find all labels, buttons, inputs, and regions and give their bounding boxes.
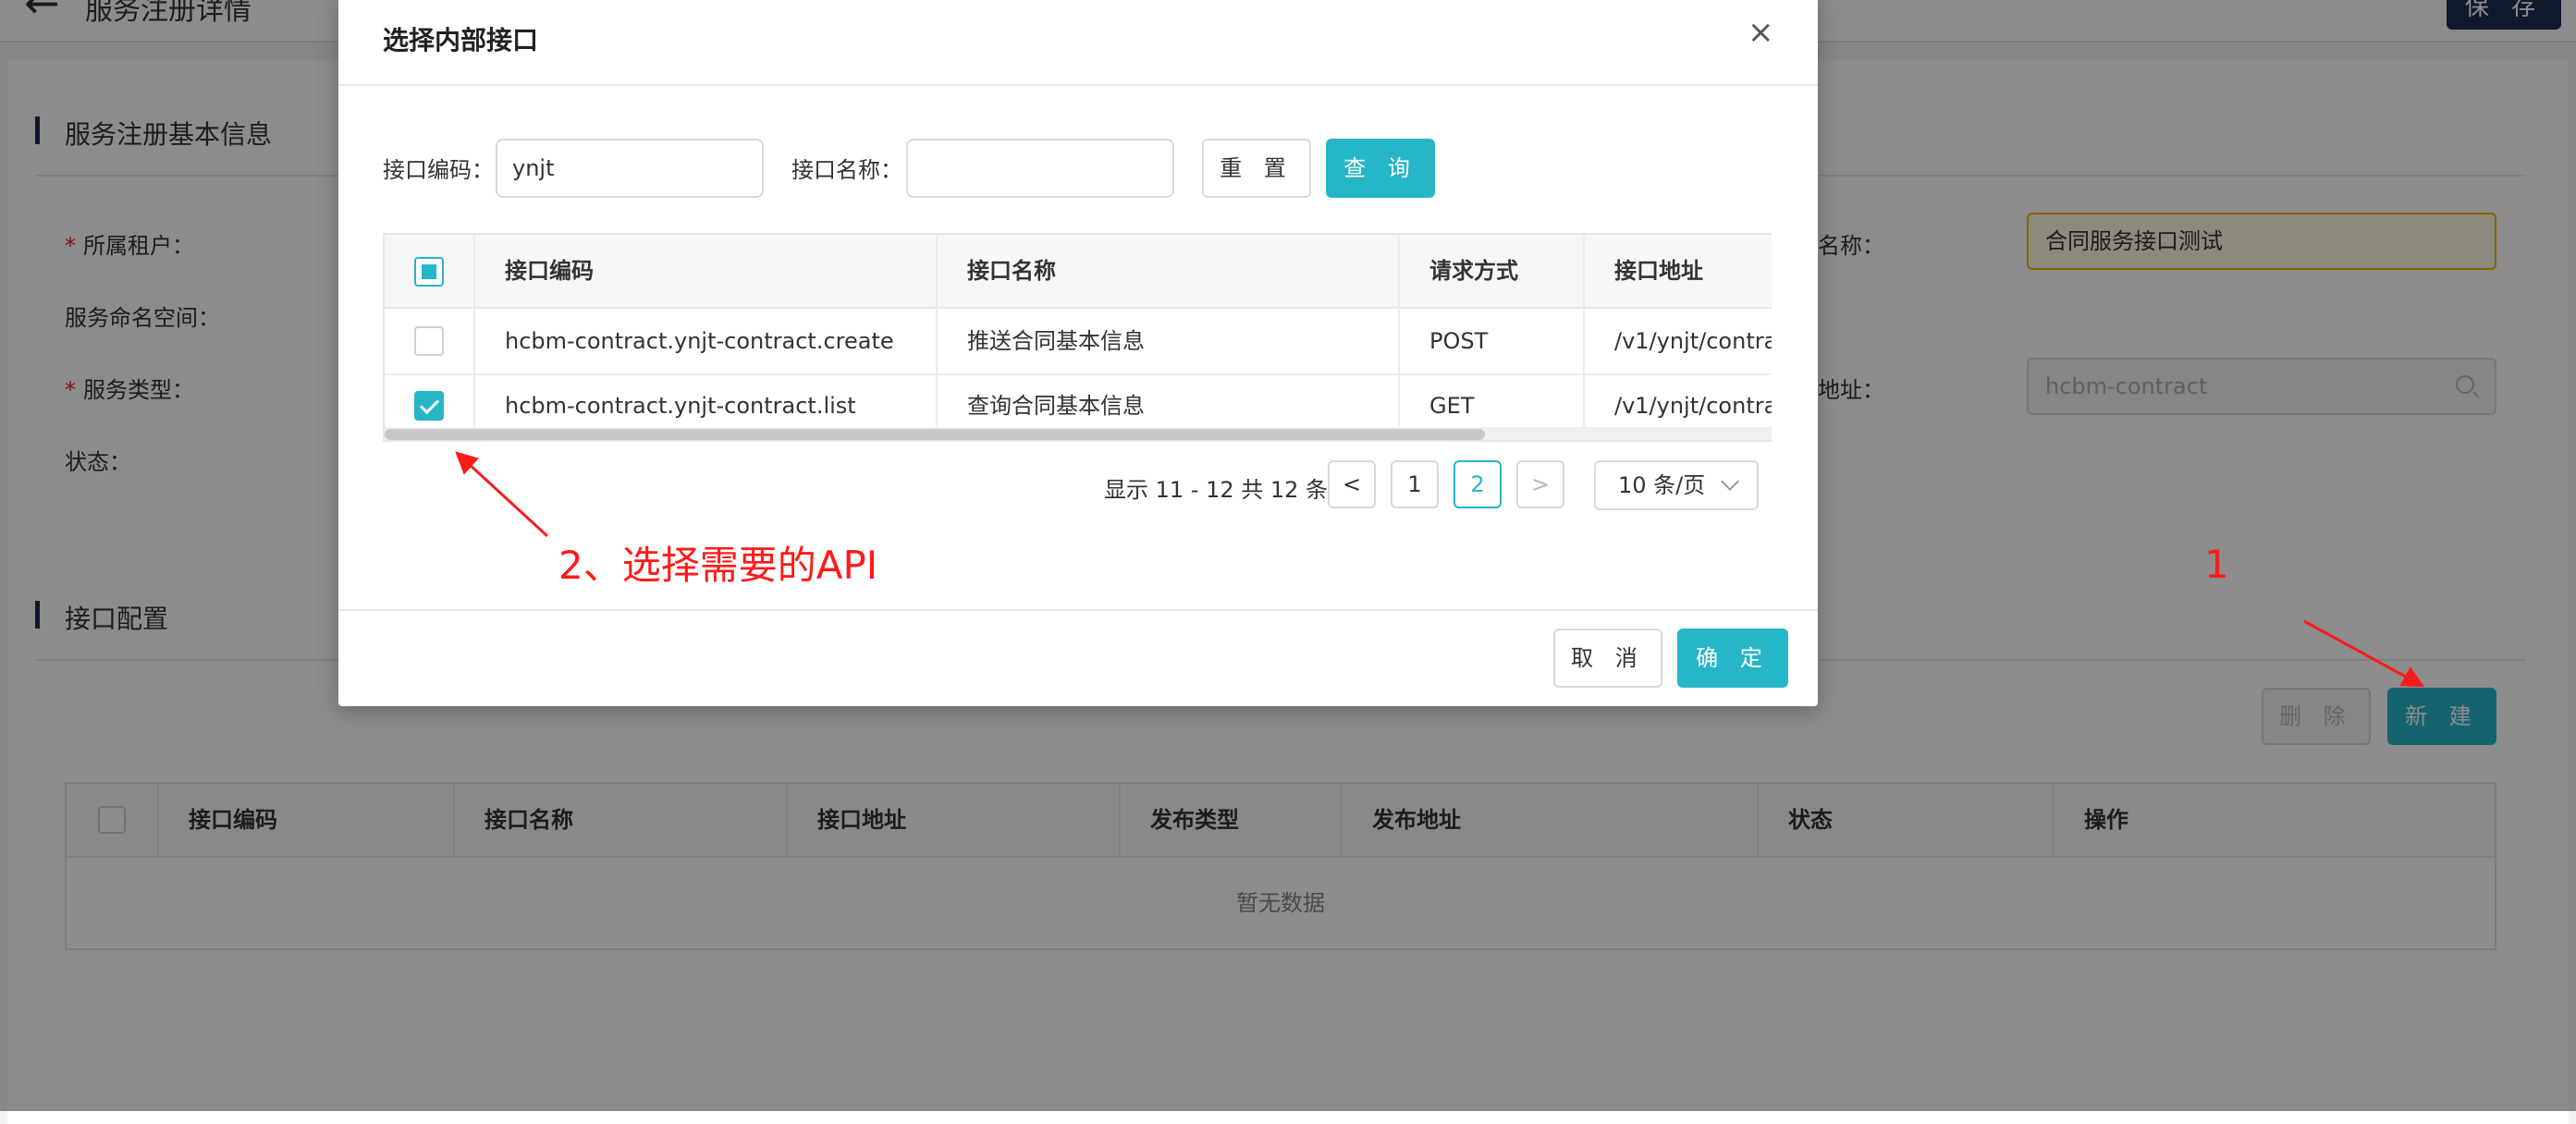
- arrow-step-2: [455, 451, 549, 538]
- annotation-arrows: [455, 451, 2425, 688]
- arrow-step-1: [2303, 619, 2425, 688]
